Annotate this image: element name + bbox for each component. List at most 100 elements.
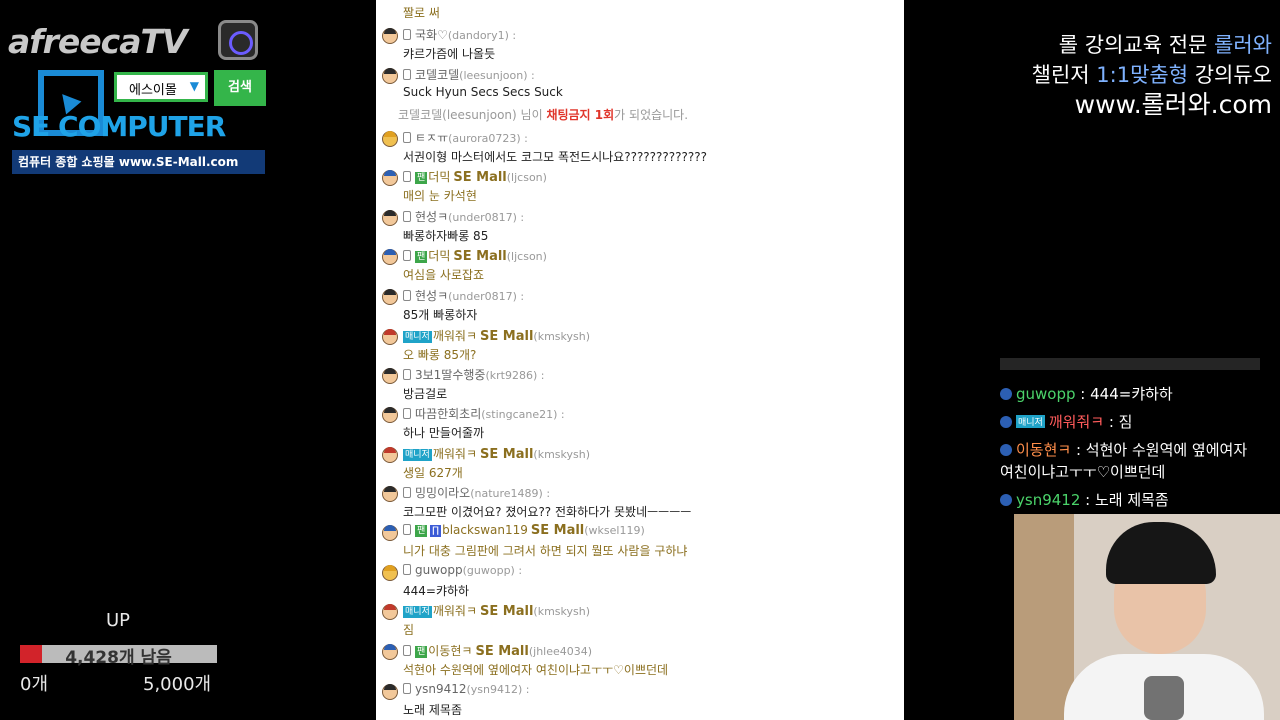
user-avatar-icon[interactable] (382, 210, 398, 226)
overlay-chat-item: 이동현ㅋ : 석현아 수원역에 옆에여자 (1000, 439, 1280, 460)
chat-user-meta[interactable]: 팬 ∏ blackswan119 SE Mall(wksel119) (403, 523, 645, 541)
chat-nickname[interactable]: 이동현ㅋ (428, 644, 472, 658)
chat-user-id: (dandory1) : (447, 29, 517, 42)
mobile-icon (403, 408, 411, 419)
chat-message: 따끔한회초리(stingcane21) : 하나 만들어줄까 (376, 403, 904, 443)
se-mall-tag: SE Mall (530, 523, 585, 538)
chat-message-text: 서권이형 마스터에서도 코그모 폭전드시나요????????????? (403, 150, 708, 164)
chat-user-meta[interactable]: ㅌㅈㅠ(aurora0723) : (403, 129, 528, 147)
chat-nickname[interactable]: 현성ㅋ (415, 289, 448, 303)
chat-user-meta[interactable]: 국화♡(dandory1) : (403, 26, 516, 44)
user-avatar-icon[interactable] (382, 28, 398, 44)
chat-message: guwopp(guwopp) : 444=캬하하 (376, 561, 904, 601)
chat-user-meta[interactable]: 현성ㅋ(under0817) : (403, 208, 524, 226)
tv-icon (218, 20, 258, 60)
chat-user-meta[interactable]: 코델코델(leesunjoon) : (403, 66, 535, 84)
chat-user-meta[interactable]: 현성ㅋ(under0817) : (403, 287, 524, 305)
chat-nickname[interactable]: blackswan119 (442, 523, 528, 537)
chat-user-id: (aurora0723) : (448, 132, 528, 145)
chat-nickname[interactable]: 더믹 (428, 249, 450, 263)
chat-nickname[interactable]: 코델코델 (415, 68, 459, 82)
chat-message-text: 노래 제목좀 (403, 703, 463, 717)
user-avatar-icon[interactable] (382, 170, 398, 186)
chat-message-text: 여심을 사로잡죠 (403, 268, 485, 282)
chat-nickname[interactable]: 따끔한회초리 (415, 407, 481, 421)
chat-message-text: 빠롱하자빠롱 85 (403, 229, 489, 243)
user-avatar-icon[interactable] (382, 68, 398, 84)
chat-nickname[interactable]: ysn9412 (415, 682, 467, 696)
mobile-icon (403, 645, 411, 656)
chat-nickname[interactable]: 깨워줘ㅋ (433, 447, 477, 461)
subscriber-badge-icon: ∏ (430, 525, 442, 537)
chat-nickname[interactable]: guwopp (415, 563, 463, 577)
user-avatar-icon[interactable] (382, 368, 398, 384)
user-avatar-icon[interactable] (382, 447, 398, 463)
chat-user-id: (ysn9412) : (466, 683, 530, 696)
chat-message-text: 하나 만들어줄까 (403, 426, 485, 440)
chat-user-meta[interactable]: ysn9412(ysn9412) : (403, 682, 530, 700)
webcam-shirt-print (1144, 676, 1184, 720)
chat-nickname[interactable]: 국화♡ (415, 28, 448, 42)
promo-banner: 롤 강의교육 전문 롤러와 챌린저 1:1맞춤형 강의듀오 www.롤러와.co… (992, 30, 1272, 120)
mobile-icon (403, 487, 411, 498)
user-avatar-icon[interactable] (382, 407, 398, 423)
chat-nickname[interactable]: ㅌㅈㅠ (415, 131, 448, 145)
user-avatar-icon[interactable] (382, 644, 398, 660)
chat-user-id: (kmskysh) (533, 605, 590, 618)
user-avatar-icon[interactable] (382, 684, 398, 700)
webcam-background (1014, 514, 1074, 720)
overlay-chat-item-continued: 여친이냐고ㅜㅜ♡이쁘던데 (1000, 463, 1166, 481)
chat-panel[interactable]: 짤로 써 코델코델(leesunjoon) 님이 채팅금지 1회가 되었습니다.… (376, 0, 904, 720)
chat-nickname[interactable]: 밍밍이라오 (415, 486, 470, 500)
chat-message: 팬 ∏ blackswan119 SE Mall(wksel119) 니가 대충 그림판… (376, 521, 904, 561)
user-avatar-icon[interactable] (382, 604, 398, 620)
chat-message: 현성ㅋ(under0817) : 85개 빠롱하자 (376, 285, 904, 325)
shop-select[interactable]: 에스이몰 ▼ (114, 72, 208, 102)
chat-user-meta[interactable]: 3보1딸수행중(krt9286) : (403, 366, 544, 384)
user-avatar-icon[interactable] (382, 525, 398, 541)
chat-nickname[interactable]: 현성ㅋ (415, 210, 448, 224)
user-avatar-icon[interactable] (382, 131, 398, 147)
user-dot-icon (1000, 494, 1012, 506)
chat-nickname[interactable]: 깨워줘ㅋ (433, 604, 477, 618)
chat-user-meta[interactable]: 매니저 깨워줘ㅋ SE Mall(kmskysh) (403, 445, 590, 463)
promo-line-1: 롤 강의교육 전문 롤러와 (1058, 33, 1272, 57)
chat-nickname[interactable]: 3보1딸수행중 (415, 368, 485, 382)
search-button[interactable]: 검색 (214, 70, 266, 106)
chat-user-id: (kmskysh) (533, 448, 590, 461)
chat-user-id: (guwopp) : (462, 564, 523, 577)
goal-max: 5,000개 (143, 674, 212, 695)
user-avatar-icon[interactable] (382, 289, 398, 305)
chat-user-meta[interactable]: 매니저 깨워줘ㅋ SE Mall(kmskysh) (403, 602, 590, 620)
chat-nickname[interactable]: 더믹 (428, 170, 450, 184)
chat-message: 매니저 깨워줘ㅋ SE Mall(kmskysh) 생일 627개 (376, 443, 904, 483)
user-avatar-icon[interactable] (382, 565, 398, 581)
chat-user-meta[interactable]: 팬 더믹 SE Mall(ljcson) (403, 247, 547, 265)
chat-message-text: 니가 대충 그림판에 그려서 하면 되지 뭘또 사람을 구하냐 (403, 544, 688, 558)
chat-message-text: 방금걸로 (403, 387, 448, 401)
chat-user-meta[interactable]: guwopp(guwopp) : (403, 563, 522, 581)
chat-message: 팬 이동현ㅋ SE Mall(jhlee4034) 석현아 수원역에 옆에여자 여친이… (376, 640, 904, 680)
se-mall-tag: SE Mall (480, 604, 534, 619)
mobile-icon (403, 683, 411, 694)
chat-user-meta[interactable]: 밍밍이라오(nature1489) : (403, 484, 550, 502)
fan-badge-icon: 팬 (415, 172, 428, 184)
se-mall-tag: SE Mall (453, 170, 507, 185)
manager-badge: 매니저 (403, 606, 432, 618)
user-dot-icon (1000, 444, 1012, 456)
chat-user-meta[interactable]: 팬 더믹 SE Mall(ljcson) (403, 168, 547, 186)
user-avatar-icon[interactable] (382, 329, 398, 345)
chat-user-meta[interactable]: 따끔한회초리(stingcane21) : (403, 405, 565, 423)
chat-message: 코델코델(leesunjoon) : Suck Hyun Secs Secs Su… (376, 64, 904, 104)
chat-message-text: 생일 627개 (403, 466, 463, 480)
user-dot-icon (1000, 416, 1012, 428)
chat-user-meta[interactable]: 매니저 깨워줘ㅋ SE Mall(kmskysh) (403, 327, 590, 345)
goal-min: 0개 (20, 674, 49, 695)
user-avatar-icon[interactable] (382, 249, 398, 265)
chat-user-meta[interactable]: 팬 이동현ㅋ SE Mall(jhlee4034) (403, 642, 592, 660)
mobile-icon (403, 369, 411, 380)
chat-nickname[interactable]: 깨워줘ㅋ (433, 329, 477, 343)
chat-message-text: 85개 빠롱하자 (403, 308, 478, 322)
user-avatar-icon[interactable] (382, 486, 398, 502)
chat-message: 밍밍이라오(nature1489) : 코그모판 이겼어요? 졌어요?? 전화하다… (376, 482, 904, 522)
